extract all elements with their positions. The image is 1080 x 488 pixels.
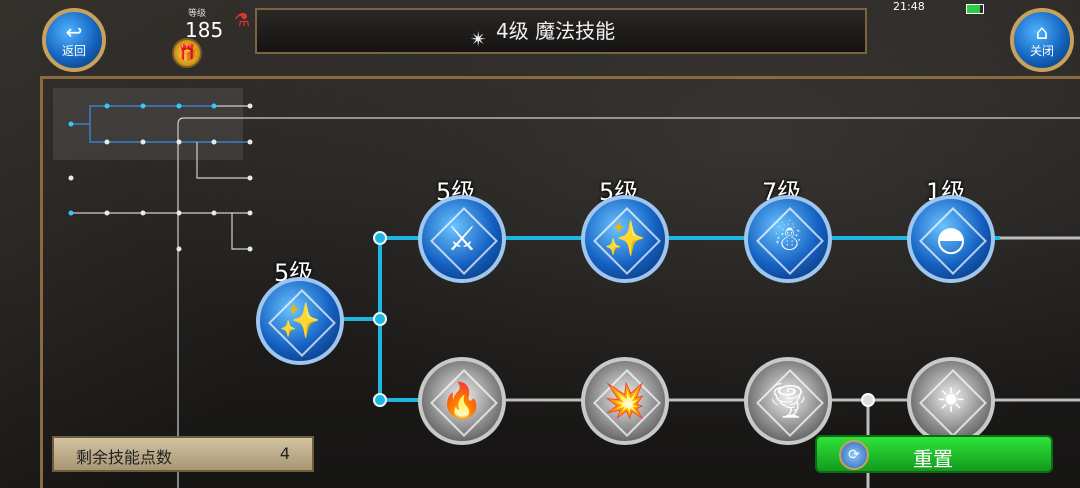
reset-button[interactable]: ⟳ 重置 (815, 435, 1053, 473)
home-icon: ⌂ (1035, 19, 1049, 44)
page-title: ✴ 4级 魔法技能 (470, 14, 616, 51)
skill-node-bottom-3[interactable]: 🌪 (744, 357, 832, 445)
skill-node-top-2[interactable]: ✨ (581, 195, 669, 283)
skill-node-bottom-1[interactable]: 🔥 (418, 357, 506, 445)
skill-node-bottom-4[interactable]: ☀ (907, 357, 995, 445)
skill-node-top-1[interactable]: ⚔ (418, 195, 506, 283)
explosion-icon: 💥 (603, 381, 647, 421)
close-label: 关闭 (1029, 43, 1054, 58)
skill-node-root[interactable]: ✨ (256, 277, 344, 365)
back-arrow-icon: ↩ (65, 19, 83, 44)
skill-node-bottom-2[interactable]: 💥 (581, 357, 669, 445)
skill-node-top-4[interactable]: ◓ (907, 195, 995, 283)
skill-points-label: 剩余技能点数 (76, 448, 173, 467)
skill-node-top-3[interactable]: ☃ (744, 195, 832, 283)
dome-icon: ◓ (936, 219, 966, 259)
skill-points-panel: 剩余技能点数 4 (52, 436, 314, 472)
skill-points-value: 4 (279, 444, 290, 463)
magic-skill-icon: ✴ (470, 26, 487, 51)
close-button[interactable]: ⌂ 关闭 (1010, 8, 1074, 72)
clock: 21:48 (893, 0, 925, 13)
back-button[interactable]: ↩ 返回 (42, 8, 106, 72)
player-level: 等级 185 (160, 6, 240, 50)
potion-icon: ⚗ (234, 10, 251, 31)
gift-icon[interactable]: 🎁 (172, 38, 202, 68)
fire-pillar-icon: 🔥 (440, 381, 484, 421)
reset-label: 重置 (913, 447, 953, 471)
back-label: 返回 (61, 43, 86, 58)
light-burst-icon: ✨ (278, 301, 322, 341)
tornado-icon: 🌪 (766, 381, 810, 421)
page-title-text: 4级 魔法技能 (496, 19, 616, 43)
battery-icon (966, 4, 984, 14)
reset-icon: ⟳ (839, 440, 869, 470)
sword-down-icon: ⚔ (446, 219, 478, 259)
figure-icon: ☃ (772, 219, 804, 259)
sun-burst-icon: ☀ (935, 381, 967, 421)
light-burst-icon: ✨ (603, 219, 647, 259)
